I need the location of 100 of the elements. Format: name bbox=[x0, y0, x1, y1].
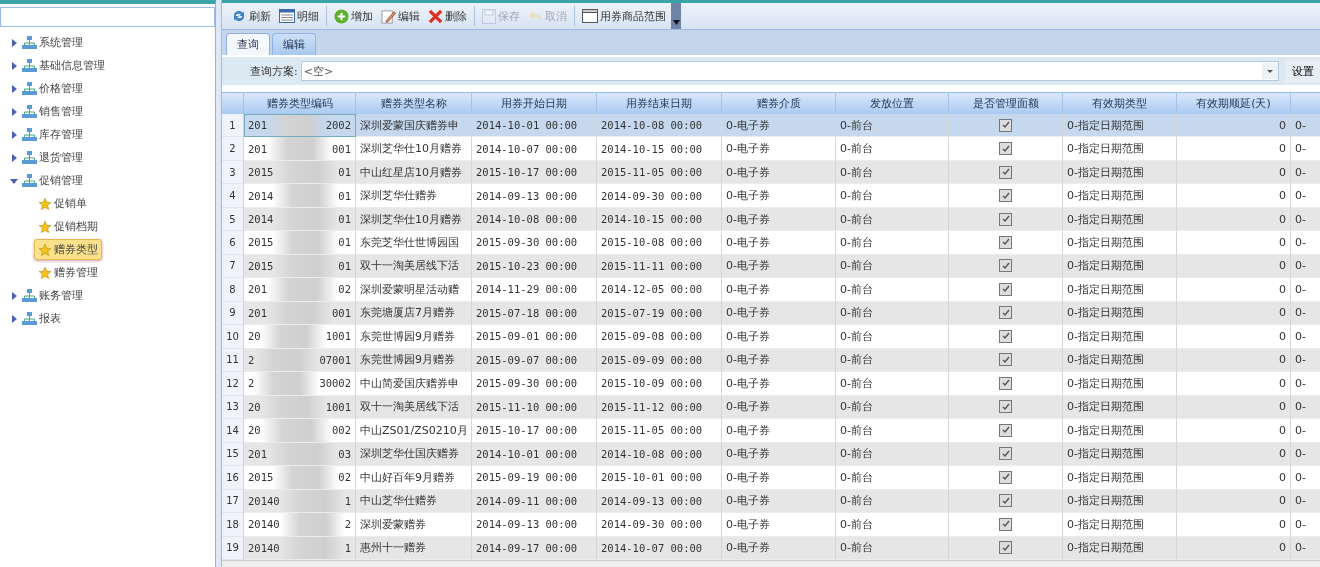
checkbox[interactable] bbox=[999, 306, 1012, 320]
checkbox[interactable] bbox=[999, 165, 1012, 179]
checkbox[interactable] bbox=[999, 400, 1012, 414]
check-icon bbox=[1001, 191, 1010, 200]
checkbox[interactable] bbox=[999, 236, 1012, 249]
tree-item[interactable]: 退货管理 bbox=[18, 147, 87, 168]
checkbox[interactable] bbox=[999, 189, 1012, 202]
tab[interactable]: 查询 bbox=[226, 33, 270, 55]
table-cell: 0-指定日期范围 bbox=[1063, 513, 1177, 537]
table-cell: 0-电子券 bbox=[722, 278, 836, 302]
tree-item[interactable]: 促销管理 bbox=[18, 170, 87, 191]
table-row[interactable]: 18 20140 2 深圳爱蒙赠券 2014-09-13 00:00 2014-09-30 00:00 0-电子券 0-前台 0-指定日期范围 0 0- bbox=[222, 513, 1320, 537]
column-header[interactable]: 有效期顺延(天) bbox=[1177, 93, 1291, 114]
checkbox[interactable] bbox=[999, 329, 1012, 343]
expand-arrow-icon[interactable] bbox=[10, 38, 18, 47]
network-icon bbox=[22, 174, 37, 187]
table-row[interactable]: 11 2 07001 东莞世博园9月赠券 2015-09-07 00:00 2015-09-09 00:00 0-电子券 0-前台 0-指定日期范围 0 0- bbox=[222, 348, 1320, 373]
table-row[interactable]: 10 20 1001 东莞世博园9月赠券 2015-09-01 00:00 2015-09-08 00:00 0-电子券 0-前台 0-指定日期范围 0 0- bbox=[222, 325, 1320, 349]
tree-item[interactable]: 促销单 bbox=[34, 193, 91, 214]
checkbox[interactable] bbox=[999, 353, 1012, 367]
column-header[interactable]: 有效期类型 bbox=[1063, 93, 1177, 114]
table-cell: 0-电子券 bbox=[722, 372, 836, 396]
table-cell: 0- bbox=[1291, 419, 1320, 443]
table-row[interactable]: 12 2 30002 中山简爱国庆赠券申 2015-09-30 00:00 2015-10-09 00:00 0-电子券 0-前台 0-指定日期范围 0 0- bbox=[222, 372, 1320, 396]
checkbox[interactable] bbox=[999, 541, 1012, 555]
table-row[interactable]: 3 2015 01 中山红星店10月赠券 2015-10-17 00:00 2015-11-05 00:00 0-电子券 0-前台 0-指定日期范围 0 0- bbox=[222, 160, 1320, 185]
tree-item[interactable]: 价格管理 bbox=[18, 78, 87, 99]
table-row[interactable]: 17 20140 1 中山芝华仕赠券 2014-09-11 00:00 2014-09-13 00:00 0-电子券 0-前台 0-指定日期范围 0 0- bbox=[222, 489, 1320, 514]
table-cell: 0-电子券 bbox=[722, 137, 836, 161]
collapse-arrow-icon[interactable] bbox=[10, 176, 18, 185]
checkbox[interactable] bbox=[999, 212, 1012, 226]
row-number: 10 bbox=[222, 325, 244, 349]
search-field[interactable] bbox=[0, 7, 215, 27]
tree-item[interactable]: 报表 bbox=[18, 308, 65, 329]
table-row[interactable]: 15 201 03 深圳芝华仕国庆赠券 2014-10-01 00:00 2014-10-08 00:00 0-电子券 0-前台 0-指定日期范围 0 0- bbox=[222, 442, 1320, 467]
query-dropdown[interactable]: <空> bbox=[300, 61, 1279, 81]
tree-item[interactable]: 赠券管理 bbox=[34, 262, 102, 283]
expand-arrow-icon[interactable] bbox=[10, 153, 18, 162]
table-cell: 0 bbox=[1177, 184, 1291, 208]
expand-arrow-icon[interactable] bbox=[10, 291, 18, 300]
table-row[interactable]: 16 2015 02 中山好百年9月赠券 2015-09-19 00:00 2015-10-01 00:00 0-电子券 0-前台 0-指定日期范围 0 0- bbox=[222, 466, 1320, 490]
expand-arrow-icon[interactable] bbox=[10, 107, 18, 116]
expand-arrow-icon[interactable] bbox=[10, 84, 18, 93]
checkbox[interactable] bbox=[999, 282, 1012, 296]
expand-arrow-icon[interactable] bbox=[10, 61, 18, 70]
toolbar-button[interactable]: 刷新 bbox=[228, 5, 274, 27]
table-row[interactable]: 2 201 001 深圳芝华仕10月赠券 2014-10-07 00:00 2014-10-15 00:00 0-电子券 0-前台 0-指定日期范围 0 0- bbox=[222, 137, 1320, 161]
settings-button[interactable]: 设置 bbox=[1286, 60, 1320, 82]
check-icon bbox=[1001, 473, 1010, 482]
checkbox[interactable] bbox=[999, 376, 1012, 390]
checkbox[interactable] bbox=[999, 423, 1012, 437]
toolbar-button[interactable]: 增加 bbox=[331, 5, 376, 27]
column-header[interactable]: 是否管理面额 bbox=[949, 93, 1063, 114]
table-cell: 201 bbox=[248, 447, 267, 460]
table-row[interactable]: 14 20 002 中山ZS01/ZS0210月 2015-10-17 00:00 2015-11-05 00:00 0-电子券 0-前台 0-指定日期范围 0 0- bbox=[222, 419, 1320, 443]
checkbox[interactable] bbox=[999, 447, 1012, 461]
table-cell: 201 bbox=[248, 142, 267, 155]
table-cell: 01 bbox=[338, 236, 351, 249]
checkbox[interactable] bbox=[999, 494, 1012, 508]
table-cell: 2015-10-08 00:00 bbox=[597, 231, 722, 255]
checkbox[interactable] bbox=[999, 259, 1012, 273]
column-header[interactable]: 赠券介质 bbox=[722, 93, 836, 114]
table-row[interactable]: 4 2014 01 深圳芝华仕赠券 2014-09-13 00:00 2014-09-30 00:00 0-电子券 0-前台 0-指定日期范围 0 0- bbox=[222, 184, 1320, 208]
checkbox[interactable] bbox=[999, 470, 1012, 484]
table-row[interactable]: 6 2015 01 东莞芝华仕世博园国 2015-09-30 00:00 2015-10-08 00:00 0-电子券 0-前台 0-指定日期范围 0 0- bbox=[222, 231, 1320, 255]
toolbar-button[interactable]: 删除 bbox=[425, 5, 470, 27]
column-header[interactable]: 赠券类型编码 bbox=[244, 93, 356, 114]
tree-item[interactable]: 系统管理 bbox=[18, 32, 87, 53]
column-header[interactable]: 发放位置 bbox=[836, 93, 949, 114]
toolbar-button[interactable]: 编辑 bbox=[378, 5, 423, 27]
toolbar-button[interactable]: 明细 bbox=[276, 5, 322, 27]
expand-arrow-icon[interactable] bbox=[10, 314, 18, 323]
check-icon bbox=[1001, 261, 1010, 270]
column-header[interactable]: 用券结束日期 bbox=[597, 93, 722, 114]
table-row[interactable]: 1 201 2002 深圳爱蒙国庆赠券申 2014-10-01 00:00 2014-10-08 00:00 0-电子券 0-前台 0-指定日期范围 0 0- bbox=[222, 113, 1320, 138]
table-row[interactable]: 19 20140 1 惠州十一赠券 2014-09-17 00:00 2014-10-07 00:00 0-电子券 0-前台 0-指定日期范围 0 0- bbox=[222, 536, 1320, 561]
table-row[interactable]: 13 20 1001 双十一淘美居线下活 2015-11-10 00:00 2015-11-12 00:00 0-电子券 0-前台 0-指定日期范围 0 0- bbox=[222, 395, 1320, 420]
tab[interactable]: 编辑 bbox=[272, 33, 316, 55]
tree-item[interactable]: 促销档期 bbox=[34, 216, 102, 237]
table-cell: 2015-10-01 00:00 bbox=[597, 466, 722, 490]
table-row[interactable]: 7 2015 01 双十一淘美居线下活 2015-10-23 00:00 2015-11-11 00:00 0-电子券 0-前台 0-指定日期范围 0 0- bbox=[222, 254, 1320, 279]
table-cell: 2014-09-13 00:00 bbox=[472, 184, 597, 208]
toolbar-button[interactable]: 用券商品范围 bbox=[579, 5, 669, 27]
table-row[interactable]: 9 201 001 东莞塘厦店7月赠券 2015-07-18 00:00 2015-07-19 00:00 0-电子券 0-前台 0-指定日期范围 0 0- bbox=[222, 301, 1320, 326]
horizontal-scrollbar[interactable] bbox=[222, 560, 1320, 567]
table-row[interactable]: 8 201 02 深圳爱蒙明星活动赠 2014-11-29 00:00 2014-12-05 00:00 0-电子券 0-前台 0-指定日期范围 0 0- bbox=[222, 278, 1320, 302]
tree-item[interactable]: 销售管理 bbox=[18, 101, 87, 122]
tree-item[interactable]: 库存管理 bbox=[18, 124, 87, 145]
tree-item[interactable]: 基础信息管理 bbox=[18, 55, 109, 76]
tree-item[interactable]: 账务管理 bbox=[18, 285, 87, 306]
overflow-button[interactable] bbox=[671, 3, 681, 29]
column-header[interactable]: 用券开始日期 bbox=[472, 93, 597, 114]
table-row[interactable]: 5 2014 01 深圳芝华仕10月赠券 2014-10-08 00:00 2014-10-15 00:00 0-电子券 0-前台 0-指定日期范围 0 0- bbox=[222, 207, 1320, 232]
check-icon bbox=[1001, 355, 1010, 364]
checkbox[interactable] bbox=[999, 517, 1012, 531]
column-header[interactable]: 赠券类型名称 bbox=[356, 93, 472, 114]
tree-item[interactable]: 赠券类型 bbox=[34, 239, 102, 260]
checkbox[interactable] bbox=[999, 118, 1012, 132]
checkbox[interactable] bbox=[999, 142, 1012, 156]
expand-arrow-icon[interactable] bbox=[10, 130, 18, 139]
